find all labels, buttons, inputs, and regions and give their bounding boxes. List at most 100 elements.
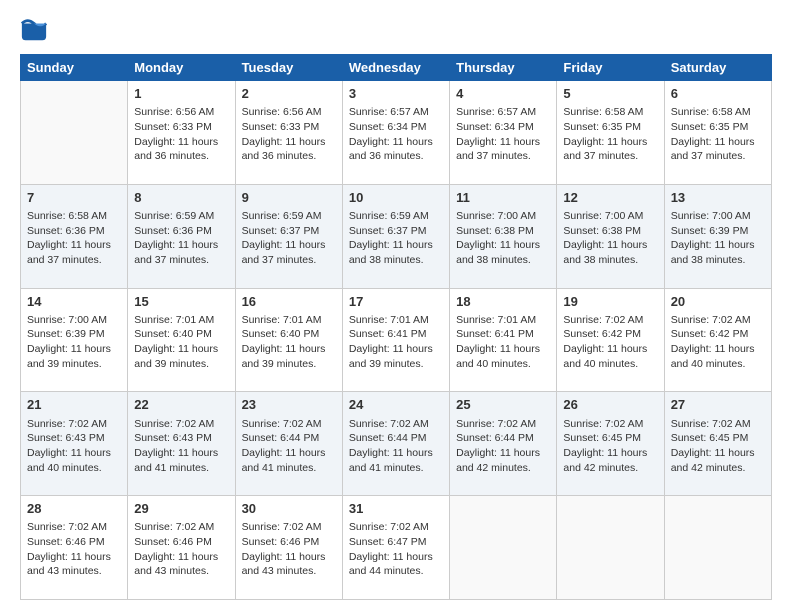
sunrise: Sunrise: 7:02 AM xyxy=(456,418,536,430)
sunrise: Sunrise: 6:59 AM xyxy=(349,210,429,222)
calendar-cell: 22Sunrise: 7:02 AMSunset: 6:43 PMDayligh… xyxy=(128,392,235,496)
calendar-cell: 1 Sunrise: 6:56 AM Sunset: 6:33 PM Daylight… xyxy=(128,81,235,185)
sunset: Sunset: 6:45 PM xyxy=(563,432,641,444)
daylight: Daylight: 11 hours and 36 minutes. xyxy=(134,136,218,163)
calendar-cell: 30Sunrise: 7:02 AMSunset: 6:46 PMDayligh… xyxy=(235,496,342,600)
day-number: 19 xyxy=(563,293,657,311)
daylight: Daylight: 11 hours and 38 minutes. xyxy=(671,239,755,266)
calendar-week-row: 28 Sunrise: 7:02 AM Sunset: 6:46 PM Dayligh… xyxy=(21,496,772,600)
calendar-cell: 20Sunrise: 7:02 AMSunset: 6:42 PMDayligh… xyxy=(664,288,771,392)
daylight: Daylight: 11 hours and 41 minutes. xyxy=(134,447,218,474)
daylight: Daylight: 11 hours and 40 minutes. xyxy=(563,343,647,370)
sunset: Sunset: 6:44 PM xyxy=(349,432,427,444)
day-number: 11 xyxy=(456,189,550,207)
sunset: Sunset: 6:33 PM xyxy=(134,121,212,133)
sunrise: Sunrise: 7:02 AM xyxy=(563,418,643,430)
day-number: 8 xyxy=(134,189,228,207)
calendar-cell: 5Sunrise: 6:58 AMSunset: 6:35 PMDaylight… xyxy=(557,81,664,185)
sunrise: Sunrise: 6:58 AM xyxy=(671,106,751,118)
daylight: Daylight: 11 hours and 42 minutes. xyxy=(563,447,647,474)
daylight: Daylight: 11 hours and 41 minutes. xyxy=(349,447,433,474)
day-number: 18 xyxy=(456,293,550,311)
day-number: 23 xyxy=(242,396,336,414)
daylight: Daylight: 11 hours and 37 minutes. xyxy=(134,239,218,266)
day-number: 1 xyxy=(134,85,228,103)
day-number: 10 xyxy=(349,189,443,207)
col-header-friday: Friday xyxy=(557,55,664,81)
sunset: Sunset: 6:44 PM xyxy=(242,432,320,444)
day-number: 9 xyxy=(242,189,336,207)
sunset: Sunset: 6:47 PM xyxy=(349,536,427,548)
sunrise: Sunrise: 7:01 AM xyxy=(349,314,429,326)
sunset: Sunset: 6:36 PM xyxy=(134,225,212,237)
sunset: Sunset: 6:39 PM xyxy=(27,328,105,340)
col-header-saturday: Saturday xyxy=(664,55,771,81)
day-number: 28 xyxy=(27,500,121,518)
daylight: Daylight: 11 hours and 39 minutes. xyxy=(242,343,326,370)
sunrise: Sunrise: 6:56 AM xyxy=(134,106,214,118)
calendar-cell: 6Sunrise: 6:58 AMSunset: 6:35 PMDaylight… xyxy=(664,81,771,185)
daylight: Daylight: 11 hours and 40 minutes. xyxy=(671,343,755,370)
sunrise: Sunrise: 7:00 AM xyxy=(27,314,107,326)
sunset: Sunset: 6:34 PM xyxy=(349,121,427,133)
sunset: Sunset: 6:39 PM xyxy=(671,225,749,237)
sunrise: Sunrise: 7:01 AM xyxy=(242,314,322,326)
calendar-week-row: 14 Sunrise: 7:00 AM Sunset: 6:39 PM Dayligh… xyxy=(21,288,772,392)
calendar-cell: 29Sunrise: 7:02 AMSunset: 6:46 PMDayligh… xyxy=(128,496,235,600)
day-number: 5 xyxy=(563,85,657,103)
sunset: Sunset: 6:42 PM xyxy=(671,328,749,340)
calendar-cell: 19Sunrise: 7:02 AMSunset: 6:42 PMDayligh… xyxy=(557,288,664,392)
header xyxy=(20,16,772,44)
sunrise: Sunrise: 7:02 AM xyxy=(134,521,214,533)
calendar-cell xyxy=(21,81,128,185)
sunset: Sunset: 6:38 PM xyxy=(563,225,641,237)
sunset: Sunset: 6:35 PM xyxy=(671,121,749,133)
calendar-cell xyxy=(450,496,557,600)
daylight: Daylight: 11 hours and 36 minutes. xyxy=(349,136,433,163)
sunrise: Sunrise: 6:57 AM xyxy=(349,106,429,118)
day-number: 14 xyxy=(27,293,121,311)
calendar-cell: 2Sunrise: 6:56 AMSunset: 6:33 PMDaylight… xyxy=(235,81,342,185)
daylight: Daylight: 11 hours and 38 minutes. xyxy=(563,239,647,266)
sunset: Sunset: 6:46 PM xyxy=(242,536,320,548)
sunset: Sunset: 6:37 PM xyxy=(242,225,320,237)
col-header-wednesday: Wednesday xyxy=(342,55,449,81)
sunrise: Sunrise: 6:57 AM xyxy=(456,106,536,118)
daylight: Daylight: 11 hours and 43 minutes. xyxy=(27,551,111,578)
col-header-thursday: Thursday xyxy=(450,55,557,81)
sunset: Sunset: 6:38 PM xyxy=(456,225,534,237)
daylight: Daylight: 11 hours and 39 minutes. xyxy=(349,343,433,370)
calendar-cell: 26 Sunrise: 7:02 AM Sunset: 6:45 PM Dayligh… xyxy=(557,392,664,496)
sunrise: Sunrise: 7:02 AM xyxy=(349,418,429,430)
daylight: Daylight: 11 hours and 37 minutes. xyxy=(456,136,540,163)
sunset: Sunset: 6:34 PM xyxy=(456,121,534,133)
day-number: 2 xyxy=(242,85,336,103)
sunrise: Sunrise: 7:00 AM xyxy=(563,210,643,222)
day-number: 6 xyxy=(671,85,765,103)
day-number: 26 xyxy=(563,396,657,414)
col-header-monday: Monday xyxy=(128,55,235,81)
calendar-cell: 4 Sunrise: 6:57 AM Sunset: 6:34 PM Daylight… xyxy=(450,81,557,185)
day-number: 24 xyxy=(349,396,443,414)
calendar-cell: 24 Sunrise: 7:02 AM Sunset: 6:44 PM Dayligh… xyxy=(342,392,449,496)
day-number: 17 xyxy=(349,293,443,311)
sunrise: Sunrise: 7:02 AM xyxy=(349,521,429,533)
sunrise: Sunrise: 7:01 AM xyxy=(456,314,536,326)
day-number: 4 xyxy=(456,85,550,103)
day-number: 16 xyxy=(242,293,336,311)
sunrise: Sunrise: 7:01 AM xyxy=(134,314,214,326)
sunrise: Sunrise: 7:02 AM xyxy=(671,418,751,430)
sunset: Sunset: 6:41 PM xyxy=(456,328,534,340)
calendar-cell: 21Sunrise: 7:02 AMSunset: 6:43 PMDayligh… xyxy=(21,392,128,496)
calendar-cell: 9Sunrise: 6:59 AMSunset: 6:37 PMDaylight… xyxy=(235,184,342,288)
sunset: Sunset: 6:46 PM xyxy=(27,536,105,548)
col-header-tuesday: Tuesday xyxy=(235,55,342,81)
daylight: Daylight: 11 hours and 42 minutes. xyxy=(671,447,755,474)
day-number: 3 xyxy=(349,85,443,103)
sunset: Sunset: 6:40 PM xyxy=(242,328,320,340)
sunset: Sunset: 6:44 PM xyxy=(456,432,534,444)
sunrise: Sunrise: 7:02 AM xyxy=(563,314,643,326)
daylight: Daylight: 11 hours and 39 minutes. xyxy=(27,343,111,370)
sunset: Sunset: 6:33 PM xyxy=(242,121,320,133)
daylight: Daylight: 11 hours and 41 minutes. xyxy=(242,447,326,474)
